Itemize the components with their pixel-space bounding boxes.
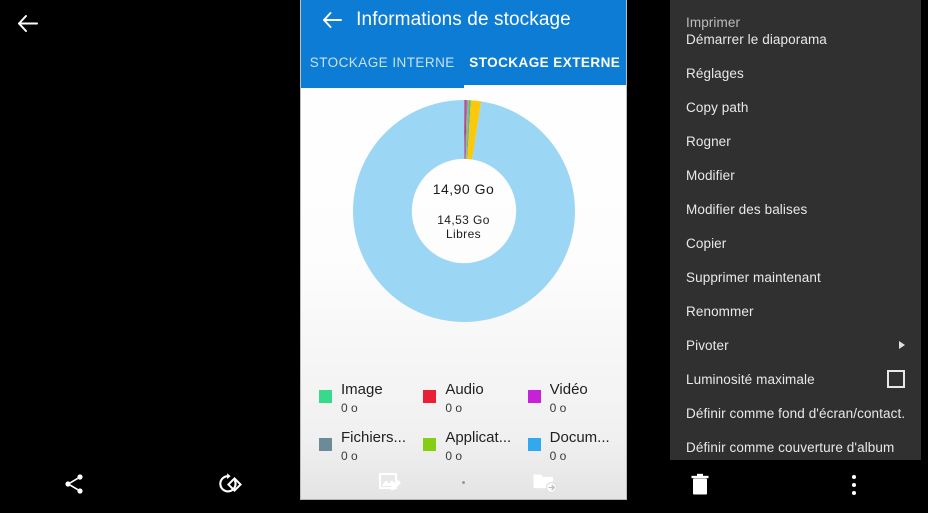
arrow-left-icon bbox=[18, 14, 38, 32]
share-button[interactable] bbox=[56, 467, 92, 501]
menu-item-label: Rogner bbox=[686, 133, 731, 149]
menu-item-label: Imprimer bbox=[686, 15, 741, 30]
legend-label: Fichiers... bbox=[341, 429, 407, 446]
menu-item[interactable]: Copier bbox=[670, 226, 921, 260]
legend-color-swatch bbox=[527, 390, 541, 403]
menu-item[interactable]: Supprimer maintenant bbox=[670, 260, 921, 294]
legend-item: Fichiers... 0 o bbox=[307, 428, 411, 464]
overflow-menu-button[interactable] bbox=[837, 469, 871, 501]
menu-item[interactable]: Pivoter bbox=[670, 328, 921, 362]
image-edit-icon bbox=[379, 473, 401, 491]
legend-color-swatch bbox=[319, 390, 332, 403]
donut-chart-svg bbox=[352, 100, 575, 322]
legend-color-swatch bbox=[319, 438, 332, 451]
storage-info-dialog: Informations de stockage STOCKAGE INTERN… bbox=[300, 0, 627, 500]
context-menu-right-panel: Imprimer Démarrer le diaporama Réglages Cop… bbox=[627, 0, 928, 513]
photo-viewer-left-panel bbox=[0, 0, 300, 513]
legend-color-swatch bbox=[527, 438, 541, 451]
legend-value: 0 o bbox=[341, 401, 358, 415]
legend-value: 0 o bbox=[549, 401, 567, 415]
storage-tabs: STOCKAGE INTERNE STOCKAGE EXTERNE bbox=[301, 42, 626, 88]
menu-item-label: Copier bbox=[686, 235, 727, 251]
menu-item[interactable]: Luminosité maximale bbox=[670, 362, 921, 396]
menu-item-label: Modifier des balises bbox=[686, 201, 808, 217]
menu-item[interactable]: Définir comme couverture d'album bbox=[670, 430, 921, 464]
page-title: Informations de stockage bbox=[356, 9, 571, 30]
legend-color-swatch bbox=[423, 390, 437, 403]
menu-item-label: Démarrer le diaporama bbox=[686, 31, 827, 47]
legend-label: Docum... bbox=[549, 429, 610, 446]
edit-image-button[interactable] bbox=[376, 469, 404, 495]
menu-item-label: Luminosité maximale bbox=[686, 371, 815, 387]
folder-add-icon bbox=[533, 474, 558, 493]
donut-segments bbox=[352, 100, 575, 322]
legend-item: Docum... 0 o bbox=[516, 428, 620, 464]
folder-add-button[interactable] bbox=[531, 469, 559, 495]
chevron-right-icon bbox=[899, 341, 905, 349]
menu-item-label: Copy path bbox=[686, 99, 749, 115]
menu-item-label: Renommer bbox=[686, 303, 754, 319]
tab-external-storage[interactable]: STOCKAGE EXTERNE bbox=[463, 42, 627, 88]
legend-item: Applicat... 0 o bbox=[411, 428, 515, 464]
legend-value: 0 o bbox=[549, 449, 567, 463]
menu-item-label: Modifier bbox=[686, 167, 735, 183]
menu-item-label: Supprimer maintenant bbox=[686, 269, 821, 285]
delete-button[interactable] bbox=[683, 469, 717, 501]
share-icon bbox=[65, 474, 83, 494]
donut-slice bbox=[352, 100, 575, 322]
viewer-bottom-toolbar bbox=[0, 455, 300, 513]
storage-donut-chart: 14,90 Go 14,53 Go Libres bbox=[352, 100, 575, 322]
menu-item[interactable]: Imprimer bbox=[670, 0, 921, 30]
legend-color-swatch bbox=[423, 438, 437, 451]
legend-label: Applicat... bbox=[445, 429, 512, 446]
more-vertical-icon bbox=[852, 473, 856, 497]
menu-item[interactable]: Rogner bbox=[670, 124, 921, 158]
tab-internal-storage[interactable]: STOCKAGE INTERNE bbox=[301, 42, 464, 88]
right-bottom-toolbar bbox=[627, 460, 928, 513]
center-separator-dot bbox=[462, 481, 465, 484]
legend-value: 0 o bbox=[445, 449, 463, 463]
checkbox-unchecked-icon[interactable] bbox=[887, 370, 905, 388]
menu-item[interactable]: Copy path bbox=[670, 90, 921, 124]
legend-item: Image 0 o bbox=[307, 380, 411, 416]
menu-item-label: Définir comme fond d'écran/contact... bbox=[686, 405, 905, 421]
menu-item[interactable]: Réglages bbox=[670, 56, 921, 90]
legend-item: Audio 0 o bbox=[411, 380, 515, 416]
trash-icon bbox=[691, 473, 709, 495]
legend-label: Image bbox=[341, 381, 383, 398]
storage-chart-area: 14,90 Go 14,53 Go Libres bbox=[301, 88, 626, 366]
menu-item[interactable]: Renommer bbox=[670, 294, 921, 328]
menu-item[interactable]: Modifier bbox=[670, 158, 921, 192]
menu-item-label: Réglages bbox=[686, 65, 744, 81]
storage-legend: Image 0 o Audio 0 o Vidéo 0 o Fichiers... 0 o Ap… bbox=[301, 380, 626, 464]
rotate-button[interactable] bbox=[211, 467, 247, 501]
menu-item[interactable]: Modifier des balises bbox=[670, 192, 921, 226]
legend-item: Vidéo 0 o bbox=[516, 380, 620, 416]
storage-app-bar: Informations de stockage STOCKAGE INTERN… bbox=[301, 0, 626, 88]
back-button[interactable] bbox=[8, 4, 48, 42]
context-menu: Imprimer Démarrer le diaporama Réglages Cop… bbox=[670, 0, 921, 470]
storage-bottom-toolbar bbox=[301, 465, 626, 499]
legend-label: Vidéo bbox=[549, 381, 588, 398]
legend-value: 0 o bbox=[445, 401, 463, 415]
legend-value: 0 o bbox=[341, 449, 358, 463]
menu-item[interactable]: Définir comme fond d'écran/contact... bbox=[670, 396, 921, 430]
rotate-icon bbox=[219, 473, 242, 493]
legend-label: Audio bbox=[445, 381, 484, 398]
menu-item-label: Définir comme couverture d'album bbox=[686, 439, 895, 455]
menu-item-label: Pivoter bbox=[686, 337, 729, 353]
